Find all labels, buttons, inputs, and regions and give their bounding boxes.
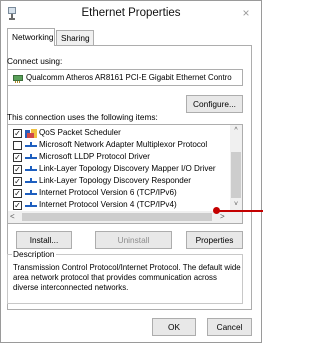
qos-icon [25, 129, 37, 138]
items-label: This connection uses the following items… [7, 112, 158, 122]
items-list[interactable]: ✓ QoS Packet Scheduler Microsoft Network… [7, 124, 243, 224]
window-title: Ethernet Properties [81, 7, 181, 19]
protocol-icon [25, 166, 37, 171]
checkbox-qos[interactable]: ✓ [13, 129, 22, 138]
uninstall-button[interactable]: Uninstall [95, 231, 172, 249]
adapter-name: Qualcomm Atheros AR8161 PCI-E Gigabit Et… [26, 73, 232, 82]
protocol-icon [25, 142, 37, 147]
item-label: Internet Protocol Version 6 (TCP/IPv6) [39, 188, 177, 197]
protocol-icon [25, 154, 37, 159]
configure-button[interactable]: Configure... [186, 95, 243, 113]
adapter-field[interactable]: Qualcomm Atheros AR8161 PCI-E Gigabit Et… [7, 69, 243, 86]
title-bar: Ethernet Properties × [1, 1, 261, 27]
close-button[interactable]: × [237, 5, 255, 21]
tab-sharing[interactable]: Sharing [56, 30, 94, 45]
item-label: QoS Packet Scheduler [39, 128, 121, 137]
checkbox-lldp[interactable]: ✓ [13, 153, 22, 162]
list-item[interactable]: ✓ Internet Protocol Version 6 (TCP/IPv6) [8, 188, 230, 200]
item-label: Link-Layer Topology Discovery Responder [39, 176, 191, 185]
protocol-icon [25, 190, 37, 195]
horizontal-scrollbar[interactable]: < > [8, 211, 242, 223]
description-label: Description [12, 249, 56, 259]
item-label: Link-Layer Topology Discovery Mapper I/O… [39, 164, 216, 173]
properties-button[interactable]: Properties [186, 231, 243, 249]
list-item[interactable]: ✓ Link-Layer Topology Discovery Mapper I… [8, 164, 230, 176]
item-label: Microsoft LLDP Protocol Driver [39, 152, 150, 161]
checkbox-lltd-mapper[interactable]: ✓ [13, 165, 22, 174]
scroll-left-icon[interactable]: < [10, 211, 20, 223]
install-button[interactable]: Install... [16, 231, 72, 249]
list-item[interactable]: Microsoft Network Adapter Multiplexor Pr… [8, 140, 230, 152]
checkbox-multiplexor[interactable] [13, 141, 22, 150]
scroll-right-icon[interactable]: > [220, 211, 230, 223]
connect-using-label: Connect using: [7, 56, 63, 66]
tab-networking[interactable]: Networking [7, 28, 55, 46]
checkbox-lltd-responder[interactable]: ✓ [13, 177, 22, 186]
checkbox-ipv6[interactable]: ✓ [13, 189, 22, 198]
adapter-icon [13, 75, 23, 83]
item-label: Microsoft Network Adapter Multiplexor Pr… [39, 140, 208, 149]
list-item[interactable]: ✓ Microsoft LLDP Protocol Driver [8, 152, 230, 164]
description-text: Transmission Control Protocol/Internet P… [13, 263, 241, 292]
description-group: Description Transmission Control Protoco… [7, 249, 243, 304]
list-item[interactable]: ✓ Link-Layer Topology Discovery Responde… [8, 176, 230, 188]
checkbox-ipv4[interactable]: ✓ [13, 201, 22, 210]
horizontal-scroll-thumb[interactable] [22, 213, 212, 221]
list-item[interactable]: ✓ QoS Packet Scheduler [8, 128, 230, 140]
scroll-up-icon[interactable]: ^ [230, 126, 242, 136]
properties-window: Ethernet Properties × Networking Sharing… [0, 0, 263, 343]
cancel-button[interactable]: Cancel [207, 318, 252, 336]
vertical-scrollbar[interactable]: ^ ˅ [230, 125, 242, 211]
protocol-icon [25, 202, 37, 207]
vertical-scroll-thumb[interactable] [231, 152, 241, 198]
item-label: Internet Protocol Version 4 (TCP/IPv4) [39, 200, 177, 209]
ok-button[interactable]: OK [152, 318, 196, 336]
scroll-down-icon[interactable]: ˅ [230, 200, 242, 210]
annotation-pointer-line [219, 210, 263, 212]
protocol-icon [25, 178, 37, 183]
